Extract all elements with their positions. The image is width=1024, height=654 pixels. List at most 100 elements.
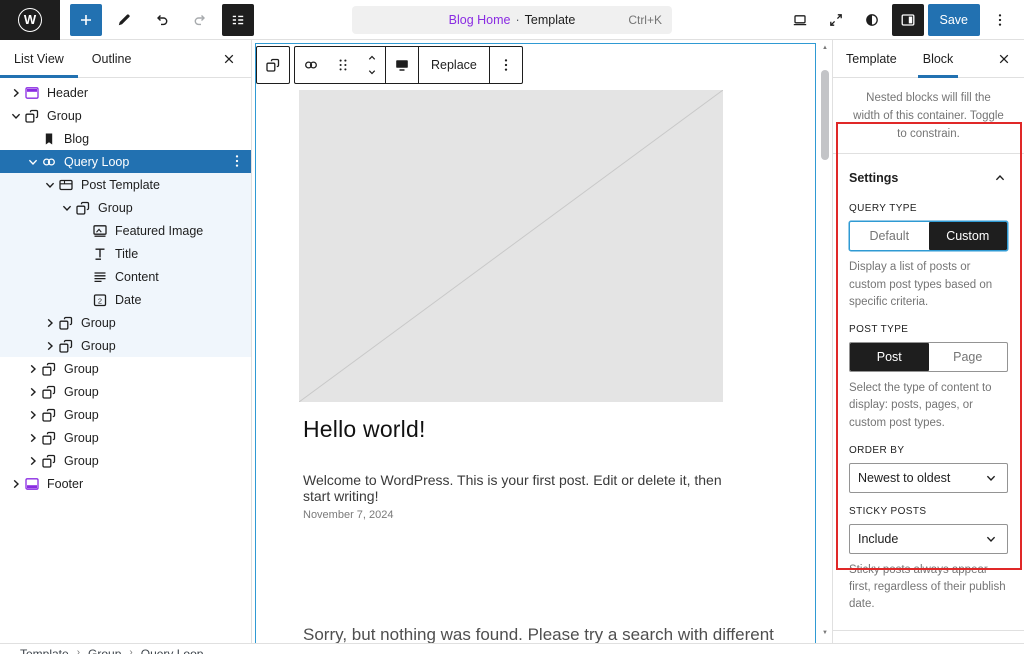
group-icon bbox=[58, 338, 74, 354]
tab-block[interactable]: Block bbox=[910, 40, 967, 77]
redo-button[interactable] bbox=[184, 4, 216, 36]
chevron-down-icon[interactable] bbox=[59, 200, 75, 216]
tree-row-group[interactable]: Group bbox=[0, 426, 251, 449]
tree-row-group[interactable]: Group bbox=[0, 104, 251, 127]
query-type-default-button[interactable]: Default bbox=[850, 222, 929, 250]
tree-row-title[interactable]: Title bbox=[0, 242, 251, 265]
redo-icon bbox=[192, 12, 208, 28]
tree-row-label: Header bbox=[47, 86, 88, 100]
scroll-up-arrow[interactable]: ▲ bbox=[819, 42, 831, 54]
editor-canvas: Replace Hello world! Welcome to WordPres… bbox=[252, 40, 832, 643]
chevron-right-icon[interactable] bbox=[25, 384, 41, 400]
block-options-button[interactable] bbox=[490, 47, 522, 83]
inserter-toggle-button[interactable] bbox=[70, 4, 102, 36]
list-view-toggle-button[interactable] bbox=[222, 4, 254, 36]
chevron-right-icon[interactable] bbox=[25, 453, 41, 469]
chevron-right-icon[interactable] bbox=[8, 476, 24, 492]
tree-row-post-template[interactable]: Post Template bbox=[0, 173, 251, 196]
settings-tabs: Template Block bbox=[833, 40, 1024, 78]
breadcrumb-item-query-loop[interactable]: Query Loop bbox=[141, 647, 204, 654]
tree-row-content[interactable]: Content bbox=[0, 265, 251, 288]
chevron-down-icon[interactable] bbox=[8, 108, 24, 124]
post-type-post-button[interactable]: Post bbox=[850, 343, 929, 371]
featured-image-placeholder[interactable] bbox=[299, 90, 723, 402]
display-settings-button[interactable] bbox=[386, 47, 418, 83]
query-type-custom-button[interactable]: Custom bbox=[929, 222, 1008, 250]
chevron-down-icon[interactable] bbox=[25, 154, 41, 170]
expand-icon bbox=[828, 12, 844, 28]
tree-row-label: Group bbox=[98, 201, 133, 215]
post-content[interactable]: Welcome to WordPress. This is your first… bbox=[303, 472, 723, 504]
tree-row-featured-image[interactable]: Featured Image bbox=[0, 219, 251, 242]
tree-row-date[interactable]: 2Date bbox=[0, 288, 251, 311]
close-settings-button[interactable] bbox=[988, 43, 1020, 75]
block-type-button[interactable] bbox=[295, 47, 327, 83]
tree-row-label: Group bbox=[64, 362, 99, 376]
chevron-right-icon[interactable] bbox=[42, 338, 58, 354]
drag-handle[interactable] bbox=[327, 47, 359, 83]
select-parent-block-button[interactable] bbox=[257, 47, 289, 83]
tree-row-query-loop[interactable]: Query Loop bbox=[0, 150, 251, 173]
post-type-page-button[interactable]: Page bbox=[929, 343, 1008, 371]
post-title[interactable]: Hello world! bbox=[303, 416, 426, 443]
tree-row-group[interactable]: Group bbox=[0, 403, 251, 426]
sticky-posts-description: Sticky posts always appear first, regard… bbox=[849, 562, 1008, 614]
chevron-right-icon[interactable] bbox=[8, 85, 24, 101]
tree-row-group[interactable]: Group bbox=[0, 311, 251, 334]
chevron-right-icon[interactable] bbox=[25, 361, 41, 377]
tab-template[interactable]: Template bbox=[833, 40, 910, 77]
replace-button[interactable]: Replace bbox=[419, 47, 489, 83]
post-date[interactable]: November 7, 2024 bbox=[303, 509, 394, 521]
tree-row-header[interactable]: Header bbox=[0, 81, 251, 104]
settings-sidebar-toggle-button[interactable] bbox=[892, 4, 924, 36]
tools-button[interactable] bbox=[108, 4, 140, 36]
order-by-select[interactable]: Newest to oldest bbox=[849, 463, 1008, 493]
settings-panel-header[interactable]: Settings bbox=[849, 166, 1008, 190]
tree-spacer bbox=[76, 246, 92, 262]
move-down-button[interactable] bbox=[359, 65, 385, 79]
zoom-out-button[interactable] bbox=[820, 4, 852, 36]
chevron-up-icon[interactable] bbox=[992, 170, 1008, 186]
tree-row-footer[interactable]: Footer bbox=[0, 472, 251, 495]
breadcrumb-item-template[interactable]: Template bbox=[20, 647, 69, 654]
tree-row-group[interactable]: Group bbox=[0, 449, 251, 472]
list-view-tabs: List View Outline bbox=[0, 40, 251, 78]
tree-row-group[interactable]: Group bbox=[0, 357, 251, 380]
svg-text:2: 2 bbox=[98, 296, 102, 305]
wordpress-logo-button[interactable]: W bbox=[0, 0, 60, 40]
tab-list-view[interactable]: List View bbox=[0, 40, 78, 77]
canvas-scrollbar[interactable]: ▲ ▼ bbox=[819, 40, 831, 643]
undo-button[interactable] bbox=[146, 4, 178, 36]
options-menu-button[interactable] bbox=[984, 4, 1016, 36]
settings-panel: Settings QUERY TYPE Default Custom Displ… bbox=[833, 153, 1024, 629]
save-button[interactable]: Save bbox=[928, 4, 981, 36]
view-button[interactable] bbox=[784, 4, 816, 36]
block-options-button[interactable] bbox=[229, 153, 245, 169]
chevron-down-icon[interactable] bbox=[42, 177, 58, 193]
close-list-view-button[interactable] bbox=[213, 43, 245, 75]
tree-row-label: Group bbox=[64, 385, 99, 399]
tree-row-group[interactable]: Group bbox=[0, 380, 251, 403]
chevron-right-icon[interactable] bbox=[42, 315, 58, 331]
chevron-right-icon[interactable] bbox=[25, 407, 41, 423]
tab-outline[interactable]: Outline bbox=[78, 40, 146, 77]
query-type-toggle: Default Custom bbox=[849, 221, 1008, 251]
scroll-down-arrow[interactable]: ▼ bbox=[819, 627, 831, 639]
list-view-icon bbox=[230, 12, 246, 28]
style-book-button[interactable] bbox=[856, 4, 888, 36]
sticky-posts-select[interactable]: Include bbox=[849, 524, 1008, 554]
chevron-right-icon[interactable] bbox=[25, 430, 41, 446]
document-bar[interactable]: Blog Home · Template Ctrl+K bbox=[352, 6, 672, 34]
breadcrumb-item-group[interactable]: Group bbox=[88, 647, 121, 654]
display-icon bbox=[394, 57, 410, 73]
move-up-button[interactable] bbox=[359, 51, 385, 65]
scrollbar-thumb[interactable] bbox=[821, 70, 829, 160]
tree-row-group[interactable]: Group bbox=[0, 334, 251, 357]
group-icon bbox=[41, 361, 57, 377]
document-title: Blog Home bbox=[449, 13, 511, 27]
no-results-text[interactable]: Sorry, but nothing was found. Please try… bbox=[303, 625, 783, 643]
tree-spacer bbox=[76, 223, 92, 239]
tree-row-blog[interactable]: Blog bbox=[0, 127, 251, 150]
tree-row-group[interactable]: Group bbox=[0, 196, 251, 219]
wordpress-logo-icon: W bbox=[18, 8, 42, 32]
